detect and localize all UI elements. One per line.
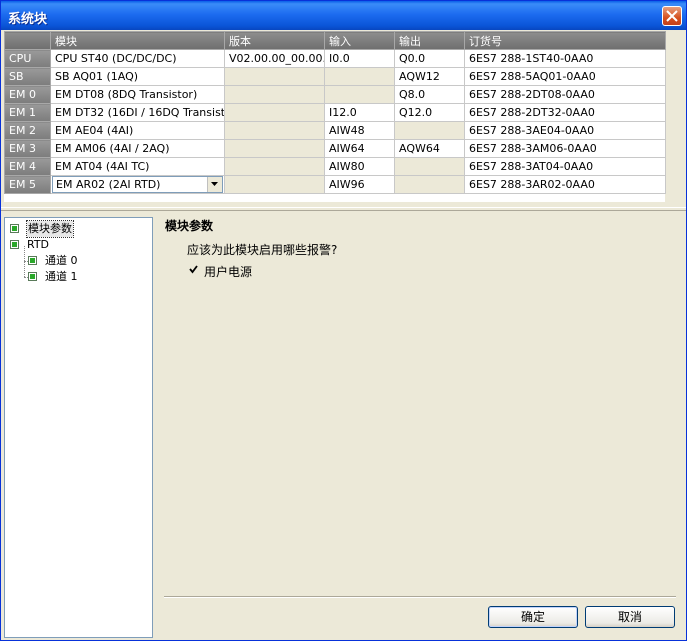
user-power-checkbox[interactable] bbox=[187, 263, 200, 276]
cell-output[interactable]: AQW12 bbox=[394, 67, 465, 86]
cell-version bbox=[224, 139, 325, 158]
col-header-slot bbox=[4, 31, 51, 50]
module-node-icon bbox=[10, 240, 19, 249]
module-select-dropdown-button[interactable] bbox=[207, 177, 222, 192]
cell-input[interactable]: AIW96 bbox=[324, 175, 395, 194]
tree-item-module-params[interactable]: 模块参数 bbox=[10, 220, 150, 238]
cell-input[interactable]: I12.0 bbox=[324, 103, 395, 122]
parameter-tree: 模块参数 RTD 通道 0 通道 1 bbox=[4, 217, 153, 638]
module-node-icon bbox=[28, 256, 37, 265]
cell-input[interactable]: AIW80 bbox=[324, 157, 395, 176]
alarm-question: 应该为此模块启用哪些报警? bbox=[187, 243, 338, 257]
tree-item-label: 模块参数 bbox=[26, 220, 74, 238]
divider bbox=[164, 596, 676, 598]
row-slot[interactable]: EM 2 bbox=[4, 121, 51, 140]
panel-title: 模块参数 bbox=[165, 219, 214, 233]
cell-output bbox=[394, 121, 465, 140]
row-slot[interactable]: CPU bbox=[4, 49, 51, 68]
cell-input[interactable]: AIW64 bbox=[324, 139, 395, 158]
cancel-button[interactable]: 取消 bbox=[585, 606, 675, 628]
module-grid: 模块 版本 输入 输出 订货号 CPU CPU ST40 (DC/DC/DC) … bbox=[4, 31, 666, 202]
window-title: 系统块 bbox=[8, 12, 48, 27]
cell-order-number: 6ES7 288-2DT32-0AA0 bbox=[464, 103, 666, 122]
table-row[interactable]: EM 0 EM DT08 (8DQ Transistor) Q8.0 6ES7 … bbox=[4, 85, 666, 104]
tree-item-label: 通道 0 bbox=[45, 254, 78, 267]
cell-order-number: 6ES7 288-3AR02-0AA0 bbox=[464, 175, 666, 194]
table-row[interactable]: EM 3 EM AM06 (4AI / 2AQ) AIW64 AQW64 6ES… bbox=[4, 139, 666, 158]
cell-module[interactable]: EM AM06 (4AI / 2AQ) bbox=[50, 139, 225, 158]
tree-item-channel-1[interactable]: 通道 1 bbox=[28, 269, 148, 285]
tree-item-channel-0[interactable]: 通道 0 bbox=[28, 253, 148, 269]
row-slot[interactable]: EM 1 bbox=[4, 103, 51, 122]
table-row[interactable]: CPU CPU ST40 (DC/DC/DC) V02.00.00_00.00.… bbox=[4, 49, 666, 68]
cell-input[interactable]: AIW48 bbox=[324, 121, 395, 140]
grid-header-row: 模块 版本 输入 输出 订货号 bbox=[4, 31, 666, 50]
tree-item-label: RTD bbox=[27, 238, 50, 251]
cell-version bbox=[224, 67, 325, 86]
user-power-label: 用户电源 bbox=[204, 265, 253, 279]
row-slot[interactable]: EM 0 bbox=[4, 85, 51, 104]
cell-output[interactable]: Q8.0 bbox=[394, 85, 465, 104]
module-select-value: EM AR02 (2AI RTD) bbox=[56, 178, 161, 191]
cell-module[interactable]: EM AR02 (2AI RTD) bbox=[50, 175, 225, 194]
col-header-output: 输出 bbox=[394, 31, 465, 50]
cell-version bbox=[224, 85, 325, 104]
cell-input bbox=[324, 67, 395, 86]
cell-output bbox=[394, 157, 465, 176]
cell-output bbox=[394, 175, 465, 194]
table-row[interactable]: EM 2 EM AE04 (4AI) AIW48 6ES7 288-3AE04-… bbox=[4, 121, 666, 140]
cell-module[interactable]: SB AQ01 (1AQ) bbox=[50, 67, 225, 86]
row-slot[interactable]: EM 4 bbox=[4, 157, 51, 176]
ok-button[interactable]: 确定 bbox=[488, 606, 578, 628]
cell-module[interactable]: EM DT32 (16DI / 16DQ Transistor) bbox=[50, 103, 225, 122]
cell-order-number: 6ES7 288-2DT08-0AA0 bbox=[464, 85, 666, 104]
col-header-input: 输入 bbox=[324, 31, 395, 50]
col-header-order-number: 订货号 bbox=[464, 31, 666, 50]
row-slot[interactable]: EM 3 bbox=[4, 139, 51, 158]
title-bar: 系统块 bbox=[1, 1, 686, 30]
cell-order-number: 6ES7 288-3AM06-0AA0 bbox=[464, 139, 666, 158]
close-icon bbox=[666, 10, 678, 22]
cell-output[interactable]: AQW64 bbox=[394, 139, 465, 158]
cell-order-number: 6ES7 288-5AQ01-0AA0 bbox=[464, 67, 666, 86]
cell-module[interactable]: CPU ST40 (DC/DC/DC) bbox=[50, 49, 225, 68]
cell-order-number: 6ES7 288-1ST40-0AA0 bbox=[464, 49, 666, 68]
table-row-selected[interactable]: EM 5 EM AR02 (2AI RTD) AIW96 6ES7 288-3A… bbox=[4, 175, 666, 194]
cell-input bbox=[324, 85, 395, 104]
module-node-icon bbox=[10, 224, 19, 233]
tree-item-label: 通道 1 bbox=[45, 270, 78, 283]
cell-version bbox=[224, 157, 325, 176]
system-block-window: 系统块 模块 版本 输入 输出 订货号 CPU CPU ST40 (DC/DC/… bbox=[0, 0, 687, 641]
col-header-module: 模块 bbox=[50, 31, 225, 50]
cell-module[interactable]: EM AE04 (4AI) bbox=[50, 121, 225, 140]
table-row[interactable]: SB SB AQ01 (1AQ) AQW12 6ES7 288-5AQ01-0A… bbox=[4, 67, 666, 86]
splitter[interactable] bbox=[1, 207, 686, 211]
checkmark-icon bbox=[189, 265, 198, 274]
cell-output[interactable]: Q12.0 bbox=[394, 103, 465, 122]
cell-module[interactable]: EM DT08 (8DQ Transistor) bbox=[50, 85, 225, 104]
tree-item-rtd[interactable]: RTD bbox=[10, 237, 150, 253]
close-button[interactable] bbox=[662, 6, 682, 26]
cell-input[interactable]: I0.0 bbox=[324, 49, 395, 68]
table-row[interactable]: EM 4 EM AT04 (4AI TC) AIW80 6ES7 288-3AT… bbox=[4, 157, 666, 176]
cell-version bbox=[224, 175, 325, 194]
chevron-down-icon bbox=[211, 182, 218, 186]
cell-module[interactable]: EM AT04 (4AI TC) bbox=[50, 157, 225, 176]
cell-order-number: 6ES7 288-3AT04-0AA0 bbox=[464, 157, 666, 176]
module-node-icon bbox=[28, 272, 37, 281]
col-header-version: 版本 bbox=[224, 31, 325, 50]
cell-order-number: 6ES7 288-3AE04-0AA0 bbox=[464, 121, 666, 140]
row-slot[interactable]: EM 5 bbox=[4, 175, 51, 194]
row-slot[interactable]: SB bbox=[4, 67, 51, 86]
cell-version: V02.00.00_00.00... bbox=[224, 49, 325, 68]
cell-output[interactable]: Q0.0 bbox=[394, 49, 465, 68]
module-select[interactable]: EM AR02 (2AI RTD) bbox=[52, 176, 223, 193]
cell-version bbox=[224, 103, 325, 122]
table-row[interactable]: EM 1 EM DT32 (16DI / 16DQ Transistor) I1… bbox=[4, 103, 666, 122]
cell-version bbox=[224, 121, 325, 140]
